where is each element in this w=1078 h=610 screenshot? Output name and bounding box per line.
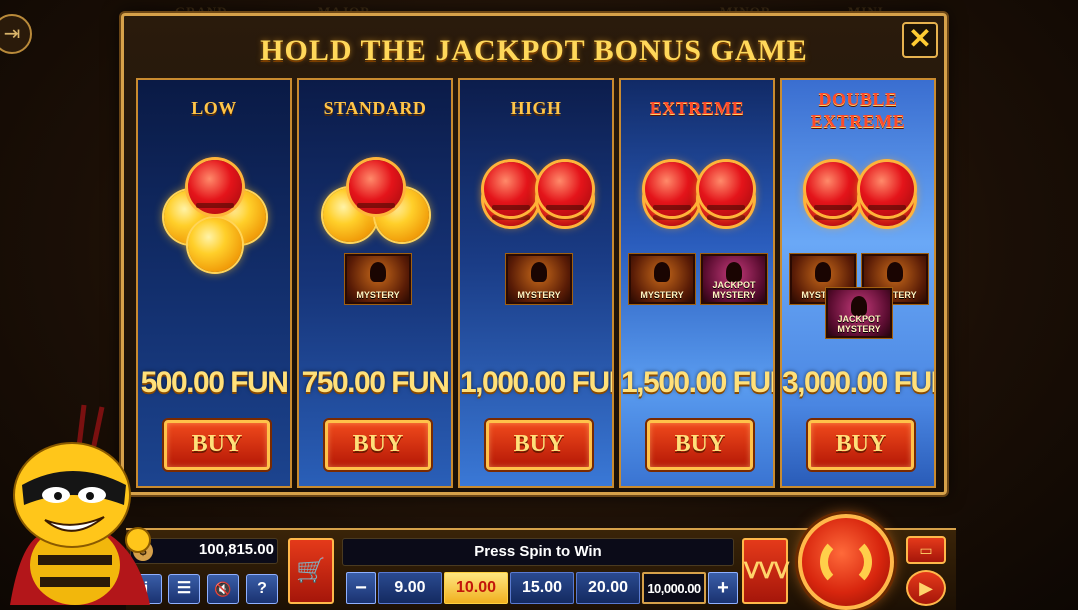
gold-coin-icon <box>188 218 242 272</box>
option-name: STANDARD <box>323 98 427 118</box>
buy-bonus-button[interactable]: 🛒 <box>288 538 334 604</box>
heart-coin-stack-icon <box>699 162 753 226</box>
heart-coin-icon <box>538 162 592 216</box>
mystery-label: JACKPOT MYSTERY <box>837 314 881 334</box>
bee-mascot-image <box>10 404 151 605</box>
exit-icon: ⇥ <box>3 23 21 45</box>
spin-button[interactable] <box>798 514 894 610</box>
heart-coin-stack-icon <box>645 162 699 226</box>
option-name: DOUBLE EXTREME <box>782 88 934 132</box>
heart-coin-stack-icon <box>860 162 914 226</box>
shopping-cart-icon: 🛒 <box>296 557 326 584</box>
bet-option[interactable]: 15.00 <box>510 572 574 604</box>
quick-spin-button[interactable]: ▭ <box>906 536 946 564</box>
heart-coin-icon <box>349 160 403 214</box>
option-name: LOW <box>191 98 237 118</box>
balance-value: 100,815.00 <box>198 541 274 558</box>
heart-coin-icon <box>860 162 914 216</box>
bonus-buy-modal: HOLD THE JACKPOT BONUS GAME ✕ LOW 500.00… <box>121 13 947 495</box>
status-message: Press Spin to Win <box>474 543 602 560</box>
spin-arrows-icon <box>820 536 872 588</box>
bonus-options: LOW 500.00 FUN BUY STANDARD MYSTERY 750.… <box>136 78 936 488</box>
autoplay-button[interactable]: ▶ <box>906 570 946 606</box>
bet-option[interactable]: 20.00 <box>576 572 640 604</box>
mystery-label: MYSTERY <box>356 290 400 300</box>
mystery-symbol-icon: MYSTERY <box>629 254 695 304</box>
silhouette-icon <box>654 262 670 282</box>
buy-button-extreme[interactable]: BUY <box>647 420 753 470</box>
buy-button-low[interactable]: BUY <box>164 420 270 470</box>
option-name-line2: EXTREME <box>810 111 906 131</box>
menu-button[interactable]: ☰ <box>168 574 200 604</box>
heart-coin-stack-icon <box>538 162 592 226</box>
jackpot-mystery-symbol-icon: JACKPOT MYSTERY <box>701 254 767 304</box>
buy-button-standard[interactable]: BUY <box>325 420 431 470</box>
mute-icon: 🔇 <box>214 581 232 597</box>
heart-coin-icon <box>806 162 860 216</box>
silhouette-icon <box>815 262 831 282</box>
heart-coin-icon <box>699 162 753 216</box>
modal-title: HOLD THE JACKPOT BONUS GAME <box>260 34 808 67</box>
turbo-icon: ▭ <box>919 542 933 558</box>
bet-option-max[interactable]: 10,000.00 <box>642 572 706 604</box>
silhouette-icon <box>531 262 547 282</box>
bet-option[interactable]: 9.00 <box>378 572 442 604</box>
jackpot-mystery-symbol-icon: JACKPOT MYSTERY <box>826 288 892 338</box>
bet-decrease-button[interactable]: − <box>346 572 376 604</box>
mystery-symbol-icon: MYSTERY <box>506 254 572 304</box>
heart-coin-icon <box>484 162 538 216</box>
heart-coin-icon <box>645 162 699 216</box>
close-icon: ✕ <box>908 23 932 54</box>
heart-coin-icon <box>188 160 242 214</box>
option-price: 3,000.00 FUN <box>782 366 936 399</box>
option-price: 750.00 FUN <box>301 366 450 399</box>
option-name: EXTREME <box>649 98 745 118</box>
mystery-label: MYSTERY <box>517 290 561 300</box>
option-price: 500.00 FUN <box>140 366 289 399</box>
bonus-option-extreme: EXTREME MYSTERY JACKPOT MYSTERY 1,500.00… <box>619 78 775 488</box>
buy-button-double-extreme[interactable]: BUY <box>808 420 914 470</box>
silhouette-icon <box>370 262 386 282</box>
option-name-line1: DOUBLE <box>818 89 898 109</box>
heart-coin-stack-icon <box>484 162 538 226</box>
help-button[interactable]: ? <box>246 574 278 604</box>
sound-toggle-button[interactable]: 🔇 <box>207 574 239 604</box>
bet-option-selected[interactable]: 10.00 <box>444 572 508 604</box>
bet-increase-button[interactable]: + <box>708 572 738 604</box>
bonus-option-double-extreme: DOUBLE EXTREME MYSTERY MYSTERY JACKPOT M… <box>780 78 936 488</box>
game-stage: GRAND MAJOR MINOR MINI ⇥ HOLD THE JACKPO… <box>0 0 1078 610</box>
bet-selector: − 9.00 10.00 15.00 20.00 10,000.00 + <box>346 572 738 604</box>
help-icon: ? <box>257 580 267 597</box>
option-name: HIGH <box>510 98 562 118</box>
menu-icon: ☰ <box>176 580 192 597</box>
exit-game-button[interactable]: ⇥ <box>0 14 32 54</box>
mystery-label: MYSTERY <box>640 290 684 300</box>
chili-feature-button[interactable]: ᐯᐯᐯ <box>742 538 790 604</box>
heart-coin-stack-icon <box>806 162 860 226</box>
silhouette-icon <box>726 262 742 282</box>
silhouette-icon <box>887 262 903 282</box>
option-price: 1,000.00 FUN <box>460 366 614 399</box>
mystery-label: JACKPOT MYSTERY <box>712 280 756 300</box>
close-button[interactable]: ✕ <box>902 22 938 58</box>
buy-button-high[interactable]: BUY <box>486 420 592 470</box>
play-icon: ▶ <box>919 578 933 598</box>
bonus-option-high: HIGH MYSTERY 1,000.00 FUN BUY <box>458 78 614 488</box>
silhouette-icon <box>851 296 867 316</box>
bonus-option-standard: STANDARD MYSTERY 750.00 FUN BUY <box>297 78 453 488</box>
mystery-symbol-icon: MYSTERY <box>345 254 411 304</box>
chili-icon: ᐯᐯᐯ <box>744 558 790 583</box>
option-price: 1,500.00 FUN <box>621 366 775 399</box>
